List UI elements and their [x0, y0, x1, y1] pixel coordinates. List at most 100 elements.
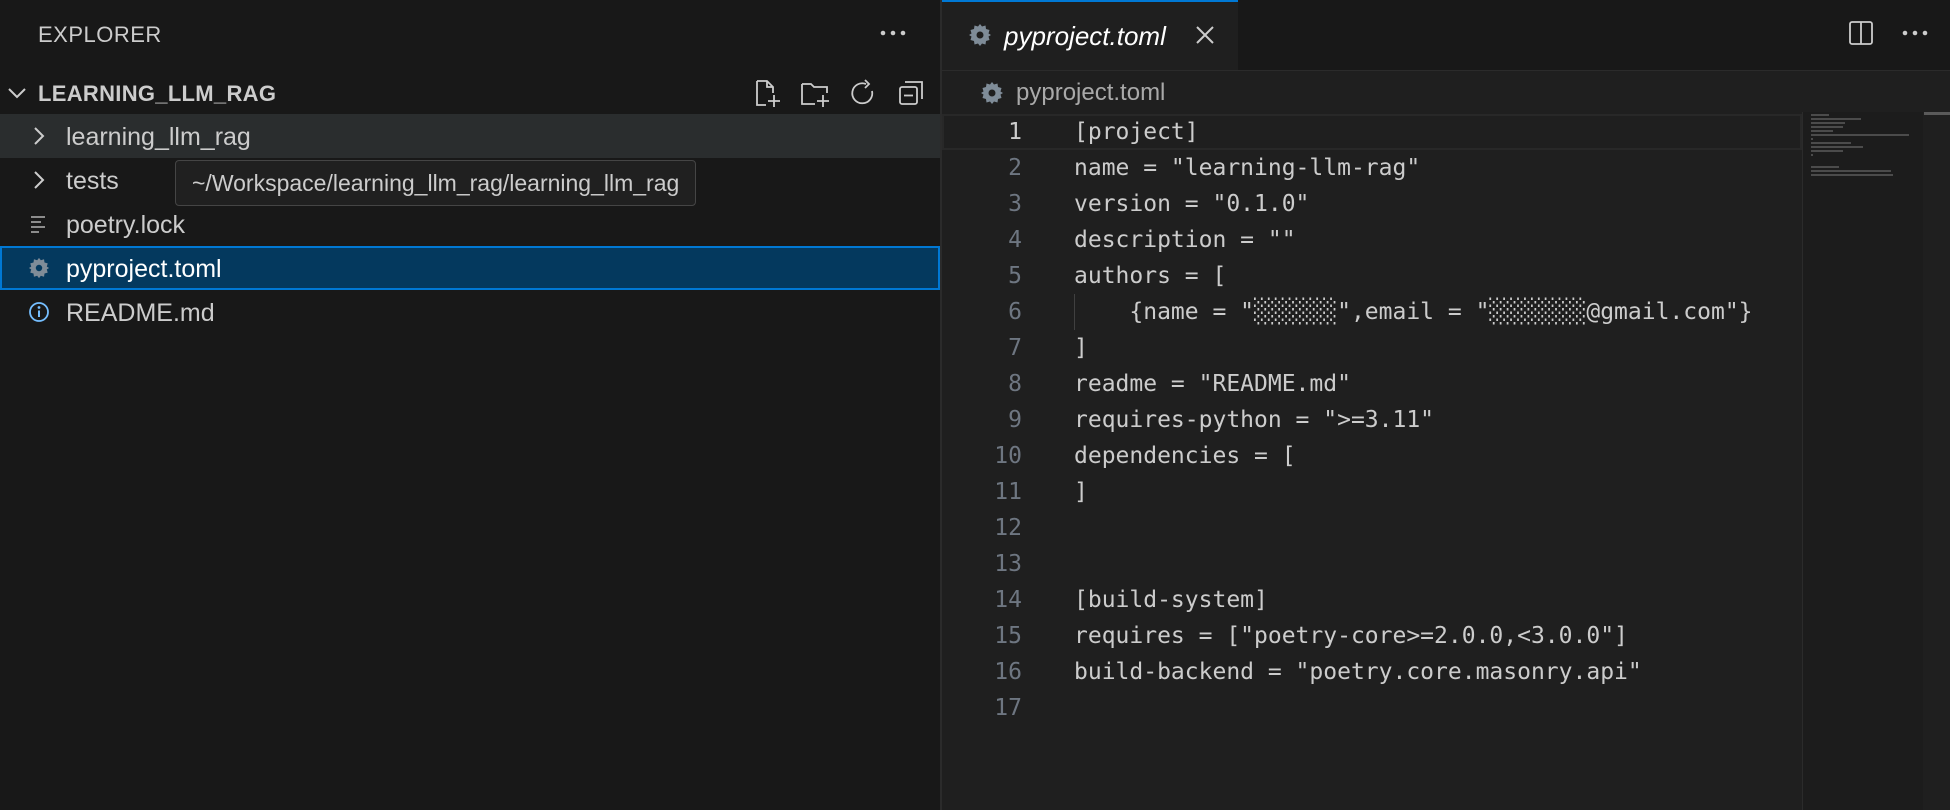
explorer-sidebar: EXPLORER LEARNING_LLM_RAG learning_llm_r… — [0, 0, 940, 810]
code-area[interactable]: 1 [project] 2 name = "learning-llm-rag" 3 ver… — [942, 114, 1802, 726]
line-number: 4 — [1008, 227, 1022, 253]
code-line: 17 — [942, 690, 1802, 726]
line-number: 13 — [994, 551, 1022, 577]
minimap-line — [1811, 142, 1851, 144]
tree-item-label: poetry.lock — [66, 211, 186, 239]
minimap-line — [1811, 138, 1813, 140]
split-editor-icon[interactable] — [1844, 16, 1878, 50]
code-text: description = "" — [1074, 227, 1296, 253]
tree-item-label: pyproject.toml — [66, 255, 222, 283]
code-text: ] — [1074, 335, 1088, 361]
close-icon[interactable] — [1194, 24, 1216, 46]
code-line: 8 readme = "README.md" — [942, 366, 1802, 402]
line-number: 12 — [994, 515, 1022, 541]
minimap-line — [1811, 130, 1833, 132]
code-line: 6 {name = "░░░░░░",email = "░░░░░░░@gmai… — [942, 294, 1802, 330]
refresh-icon[interactable] — [846, 76, 880, 110]
tree-item-label: learning_llm_rag — [66, 123, 251, 151]
minimap-line — [1811, 134, 1909, 136]
gear-icon — [28, 257, 50, 279]
minimap-line — [1811, 166, 1839, 168]
code-text: version = "0.1.0" — [1074, 191, 1310, 217]
minimap-line — [1811, 126, 1843, 128]
lines-file-icon — [28, 213, 50, 235]
line-number: 1 — [1008, 119, 1022, 145]
new-folder-icon[interactable] — [798, 76, 832, 110]
code-text: requires-python = ">=3.11" — [1074, 407, 1435, 433]
code-line: 7] — [942, 330, 1802, 366]
line-number: 11 — [994, 479, 1022, 505]
path-tooltip: ~/Workspace/learning_llm_rag/learning_ll… — [175, 160, 697, 206]
minimap-line — [1811, 154, 1813, 156]
line-number: 2 — [1008, 155, 1022, 181]
line-number: 10 — [994, 443, 1022, 469]
minimap-line — [1811, 170, 1891, 172]
tree-item-readme-md[interactable]: README.md — [0, 290, 940, 334]
minimap-line — [1811, 146, 1863, 148]
code-line: 13 — [942, 546, 1802, 582]
editor-group: pyproject.toml pyproject.toml 1 [project]… — [942, 0, 1950, 810]
code-line: 16 build-backend = "poetry.core.masonry.a… — [942, 654, 1802, 690]
tab-label: pyproject.toml — [1004, 21, 1166, 51]
line-number: 8 — [1008, 371, 1022, 397]
chevron-down-icon[interactable] — [6, 82, 28, 104]
gear-icon — [980, 81, 1004, 105]
code-line: 10 dependencies = [ — [942, 438, 1802, 474]
line-number: 7 — [1008, 335, 1022, 361]
code-line: 12 — [942, 510, 1802, 546]
code-line: 5 authors = [ — [942, 258, 1802, 294]
code-text: readme = "README.md" — [1074, 371, 1351, 397]
tab-pyproject-toml[interactable]: pyproject.toml — [942, 0, 1238, 70]
line-number: 5 — [1008, 263, 1022, 289]
chevron-right-icon — [28, 169, 50, 191]
code-text: authors = [ — [1074, 263, 1227, 289]
code-text: requires = ["poetry-core>=2.0.0,<3.0.0"] — [1074, 623, 1628, 649]
code-line: 9 requires-python = ">=3.11" — [942, 402, 1802, 438]
tab-bar: pyproject.toml — [942, 0, 1950, 71]
code-line: 4 description = "" — [942, 222, 1802, 258]
code-line: 14 [build-system] — [942, 582, 1802, 618]
code-line: 11] — [942, 474, 1802, 510]
new-file-icon[interactable] — [750, 76, 784, 110]
line-number: 15 — [994, 623, 1022, 649]
tree-item-pyproject-toml[interactable]: pyproject.toml — [0, 246, 940, 290]
minimap[interactable] — [1802, 112, 1923, 810]
chevron-right-icon — [28, 125, 50, 147]
code-text: build-backend = "poetry.core.masonry.api… — [1074, 659, 1642, 685]
line-number: 16 — [994, 659, 1022, 685]
code-line: 15 requires = ["poetry-core>=2.0.0,<3.0.0… — [942, 618, 1802, 654]
tree-item-learning-llm-rag[interactable]: learning_llm_rag — [0, 114, 940, 158]
line-number: 9 — [1008, 407, 1022, 433]
tree-item-label: README.md — [66, 299, 215, 327]
ellipsis-icon[interactable] — [1898, 16, 1932, 50]
code-text: [project] — [1074, 119, 1199, 145]
code-line: 1 [project] — [942, 114, 1802, 150]
minimap-line — [1811, 114, 1829, 116]
code-text: dependencies = [ — [1074, 443, 1296, 469]
file-tree: learning_llm_rag tests poetry.lock pypro… — [0, 114, 940, 334]
minimap-line — [1811, 118, 1861, 120]
breadcrumb-label: pyproject.toml — [1016, 79, 1166, 106]
minimap-line — [1811, 122, 1845, 124]
workspace-folder-header[interactable]: LEARNING_LLM_RAG — [0, 72, 940, 112]
line-number: 3 — [1008, 191, 1022, 217]
line-number: 6 — [1008, 299, 1022, 325]
code-text: [build-system] — [1074, 587, 1268, 613]
explorer-title: EXPLORER — [38, 22, 162, 47]
line-number: 14 — [994, 587, 1022, 613]
workspace-folder-name: LEARNING_LLM_RAG — [38, 81, 277, 106]
vscode-window: EXPLORER LEARNING_LLM_RAG learning_llm_r… — [0, 0, 1950, 810]
code-text: {name = "░░░░░░",email = "░░░░░░░@gmail.… — [1074, 299, 1753, 325]
line-number: 17 — [994, 695, 1022, 721]
tree-item-poetry-lock[interactable]: poetry.lock — [0, 202, 940, 246]
code-line: 3 version = "0.1.0" — [942, 186, 1802, 222]
minimap-line — [1811, 150, 1843, 152]
code-text: name = "learning-llm-rag" — [1074, 155, 1421, 181]
breadcrumb[interactable]: pyproject.toml — [980, 76, 1165, 110]
collapse-all-icon[interactable] — [894, 76, 928, 110]
explorer-header: EXPLORER — [0, 0, 940, 70]
minimap-line — [1811, 174, 1893, 176]
scrollbar-cursor-mark — [1924, 112, 1950, 115]
vertical-scrollbar[interactable] — [1922, 112, 1950, 810]
ellipsis-icon[interactable] — [876, 16, 910, 50]
